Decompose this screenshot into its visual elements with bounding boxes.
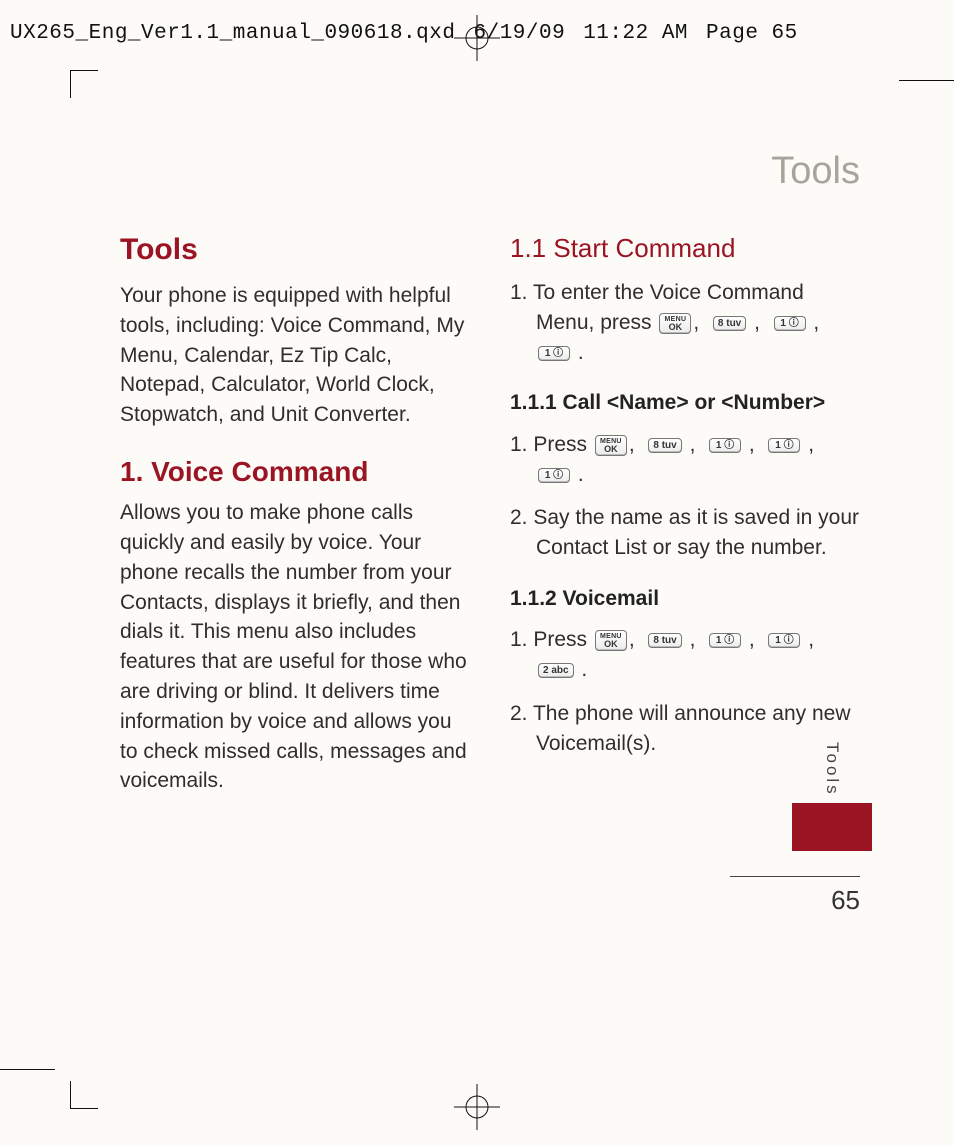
registration-mark-top-icon: [454, 15, 500, 61]
registration-mark-bottom-icon: [454, 1084, 500, 1135]
side-tab-accent: [792, 803, 872, 851]
heading-tools: Tools: [120, 233, 470, 267]
side-tab-label: Tools: [822, 742, 842, 797]
voice-command-body: Allows you to make phone calls quickly a…: [120, 498, 470, 796]
side-tab: Tools: [792, 742, 872, 851]
step-1-1-1-say: 2. Say the name as it is saved in your C…: [510, 503, 860, 563]
key-8-icon: 8 tuv: [648, 438, 681, 453]
key-8-icon: 8 tuv: [648, 633, 681, 648]
tools-intro: Your phone is equipped with helpful tool…: [120, 281, 470, 430]
left-column: Tools Your phone is equipped with helpfu…: [120, 233, 470, 796]
step-1-1-1-press: 1. Press MENUOK, 8 tuv , 1 ⓘ , 1 ⓘ , 1 ⓘ…: [510, 430, 860, 490]
key-1-icon: 1 ⓘ: [538, 468, 570, 483]
heading-voice-command: 1. Voice Command: [120, 456, 470, 488]
heading-1-1-1: 1.1.1 Call <Name> or <Number>: [510, 389, 860, 417]
crop-mark-bottom-left-icon: [0, 1069, 55, 1070]
key-1-icon: 1 ⓘ: [768, 438, 800, 453]
ok-key-icon: MENUOK: [659, 313, 691, 334]
key-1-icon: 1 ⓘ: [768, 633, 800, 648]
print-header-file: UX265_Eng_Ver1.1_manual_090618.qxd: [10, 22, 455, 45]
page-content: Tools Tools Your phone is equipped with …: [120, 150, 860, 796]
print-header-time: 11:22 AM: [583, 22, 688, 45]
key-1-icon: 1 ⓘ: [774, 316, 806, 331]
step-1-1-1: 1. To enter the Voice Command Menu, pres…: [510, 278, 860, 367]
crop-mark-bottom-corner-icon: [70, 1081, 98, 1109]
ok-key-icon: MENUOK: [595, 435, 627, 456]
ok-key-icon: MENUOK: [595, 630, 627, 651]
key-2-icon: 2 abc: [538, 663, 574, 678]
key-1-icon: 1 ⓘ: [709, 438, 741, 453]
step-text: 1. To enter the Voice Command Menu, pres…: [510, 281, 804, 334]
step-text: 1. Press: [510, 628, 593, 651]
print-header-page: Page 65: [706, 22, 798, 45]
key-1-icon: 1 ⓘ: [538, 346, 570, 361]
heading-1-1: 1.1 Start Command: [510, 233, 860, 264]
crop-mark-top-left-icon: [70, 70, 98, 98]
key-8-icon: 8 tuv: [713, 316, 746, 331]
step-1-1-2-press: 1. Press MENUOK, 8 tuv , 1 ⓘ , 1 ⓘ , 2 a…: [510, 625, 860, 685]
heading-1-1-2: 1.1.2 Voicemail: [510, 585, 860, 613]
running-head: Tools: [120, 150, 860, 193]
right-column: 1.1 Start Command 1. To enter the Voice …: [510, 233, 860, 796]
crop-mark-right-icon: [899, 80, 954, 81]
page-number: 65: [730, 876, 860, 916]
step-text: 1. Press: [510, 433, 593, 456]
key-1-icon: 1 ⓘ: [709, 633, 741, 648]
